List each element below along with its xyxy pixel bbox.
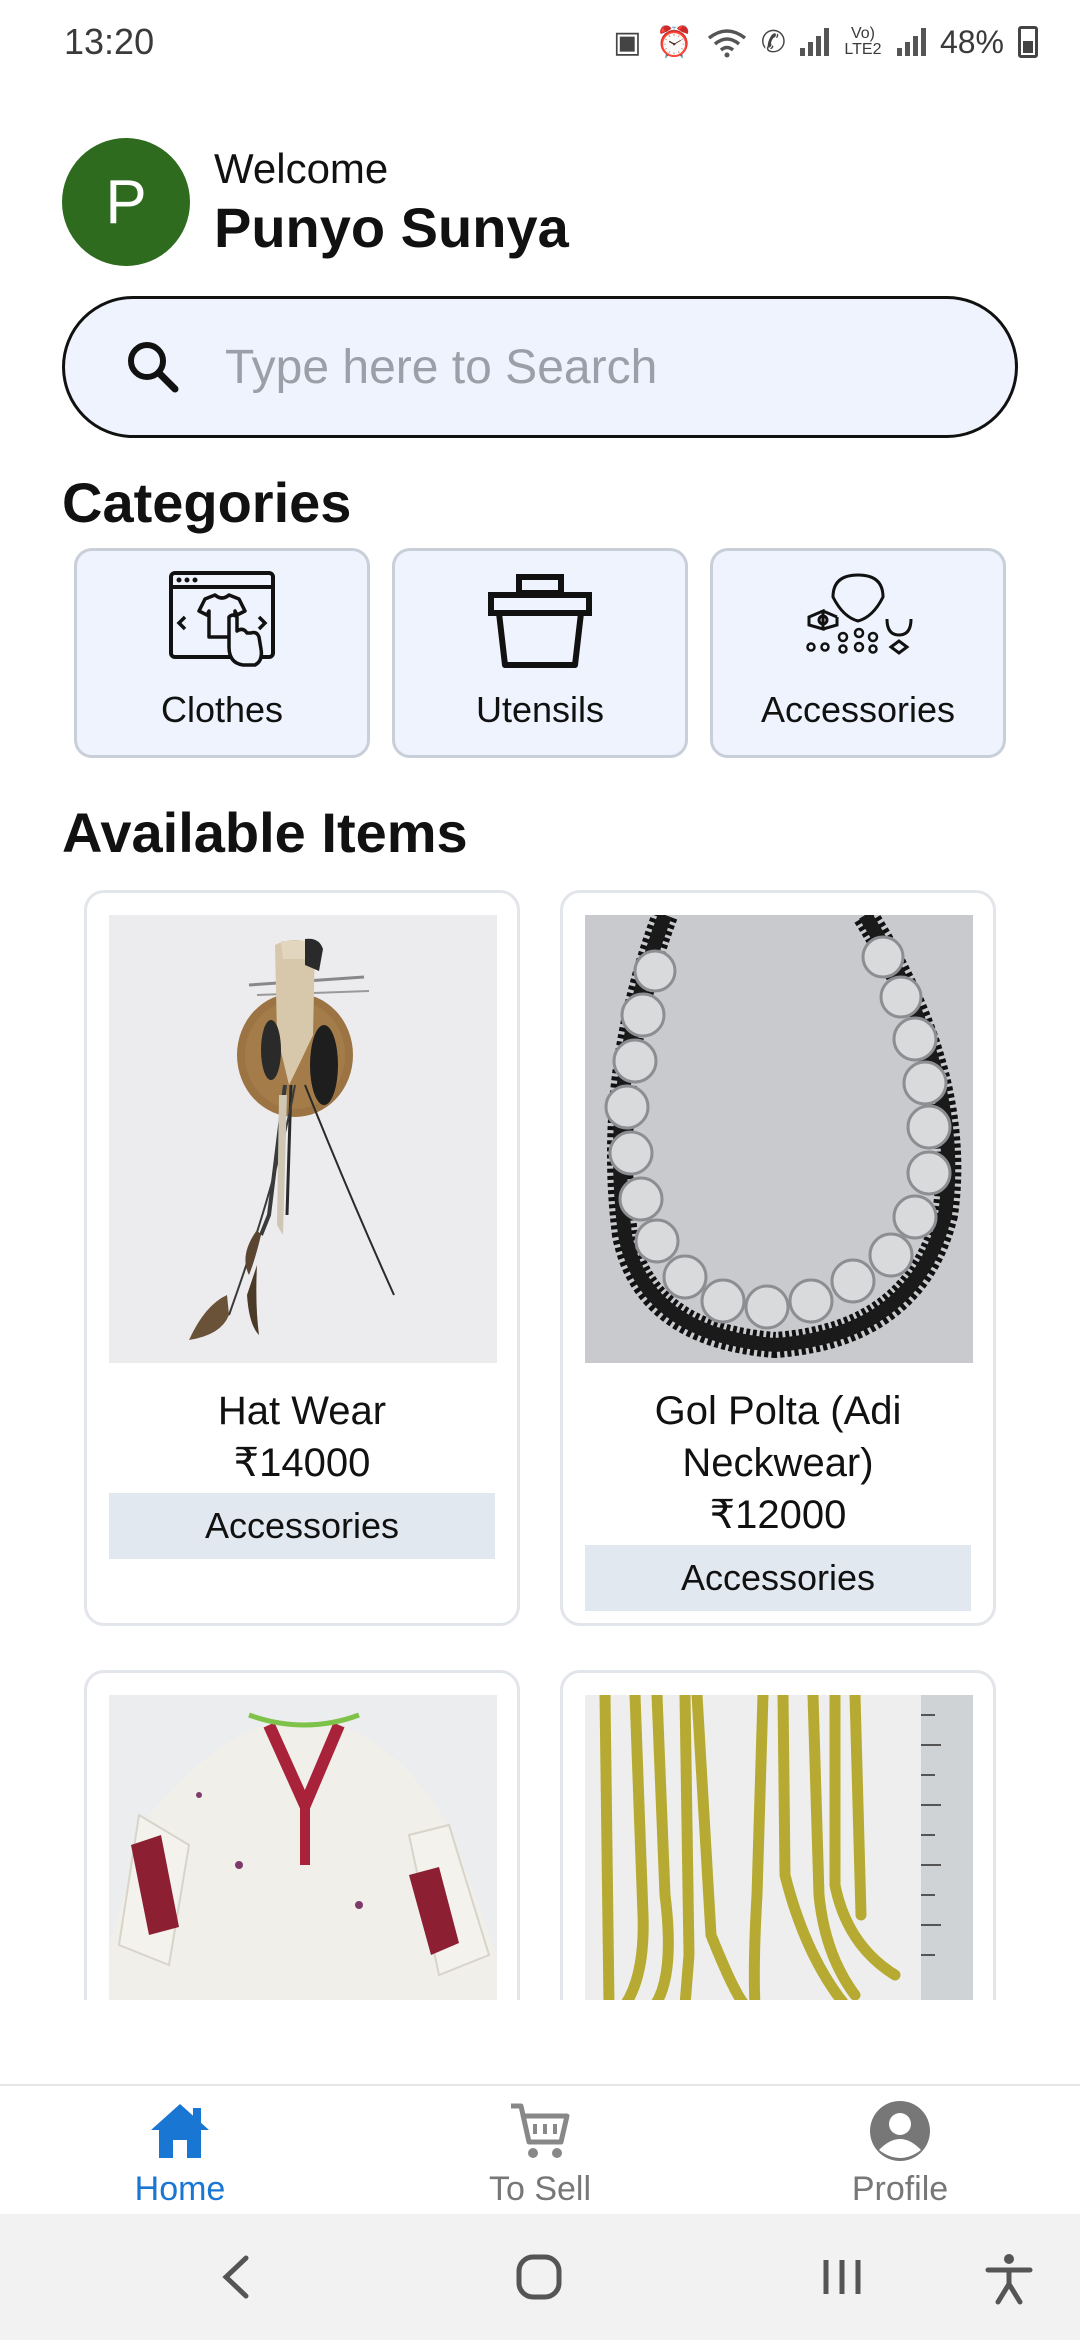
username: Punyo Sunya [214,195,569,259]
product-card[interactable] [84,1670,520,2000]
product-card[interactable] [560,1670,996,2000]
category-clothes[interactable]: Clothes [74,548,370,758]
battery-icon [1018,26,1038,58]
product-card[interactable]: Gol Polta (Adi Neckwear) ₹12000 Accessor… [560,890,996,1626]
alarm-icon: ⏰ [655,25,693,59]
categories-list: Clothes Utensils Accessories [74,548,1006,758]
wifi-call-icon: ✆ [760,25,786,59]
available-items-title: Available Items [62,801,468,864]
status-bar: 13:20 ▣ ⏰ ✆ Vo) LTE2 48% [0,0,1080,84]
category-label: Accessories [760,689,956,730]
product-card[interactable]: Hat Wear ₹14000 Accessories [84,890,520,1626]
nav-profile[interactable]: Profile [800,2098,1000,2209]
wifi-icon [707,29,746,58]
category-accessories[interactable]: Accessories [710,548,1006,758]
nav-home[interactable]: Home [80,2098,280,2209]
system-nav-bar [0,2214,1080,2340]
product-category-tag: Accessories [585,1545,971,1611]
category-utensils[interactable]: Utensils [392,548,688,758]
lock-app-icon: ▣ [613,25,642,59]
jewelry-icon [806,573,913,655]
category-label: Clothes [160,689,284,730]
product-image[interactable] [109,915,497,1363]
cart-icon [511,2103,570,2158]
home-circle-icon[interactable] [514,2252,564,2302]
product-grid[interactable]: Hat Wear ₹14000 Accessories Gol Polta (A… [0,888,1080,2000]
nav-label: Profile [851,2170,949,2208]
product-category-tag: Accessories [109,1493,495,1559]
user-header: P Welcome Punyo Sunya [62,138,569,266]
accessibility-icon[interactable] [984,2252,1034,2306]
status-icons: ▣ ⏰ ✆ Vo) LTE2 48% [613,24,1038,61]
welcome-text: Welcome [214,144,389,192]
home-icon [151,2104,209,2158]
product-image[interactable] [109,1695,497,2000]
network-label: Vo) LTE2 [844,25,882,58]
product-name: Gol Polta (Adi Neckwear) [654,1389,902,1485]
product-image[interactable] [585,915,973,1363]
yellow-bead-necklace-photo [585,1695,973,2000]
basket-icon [488,574,592,668]
product-name: Hat Wear [217,1389,387,1433]
status-time: 13:20 [64,21,155,62]
product-price: ₹12000 [709,1493,847,1537]
signal-icon [896,28,926,56]
nav-label: Home [134,2170,226,2208]
profile-icon [870,2101,930,2161]
back-icon[interactable] [216,2252,256,2302]
search-bar[interactable] [62,296,1018,438]
signal-icon [799,28,829,56]
product-image[interactable] [585,1695,973,2000]
recents-icon[interactable] [820,2252,864,2302]
nav-to-sell[interactable]: To Sell [440,2098,640,2209]
battery-percent: 48% [939,23,1004,60]
product-price: ₹14000 [233,1441,371,1485]
search-input[interactable] [225,339,985,395]
hat-wear-photo [109,915,497,1363]
search-icon [128,342,179,393]
category-label: Utensils [475,689,605,730]
nav-label: To Sell [488,2170,592,2208]
white-embroidered-garment-photo [109,1695,497,2000]
clothes-browser-icon [169,571,275,667]
categories-title: Categories [62,471,352,534]
coin-necklace-photo [585,915,973,1363]
bottom-nav: Home To Sell Profile [0,2084,1080,2214]
greeting: Welcome Punyo Sunya [214,145,569,260]
avatar[interactable]: P [62,138,190,266]
